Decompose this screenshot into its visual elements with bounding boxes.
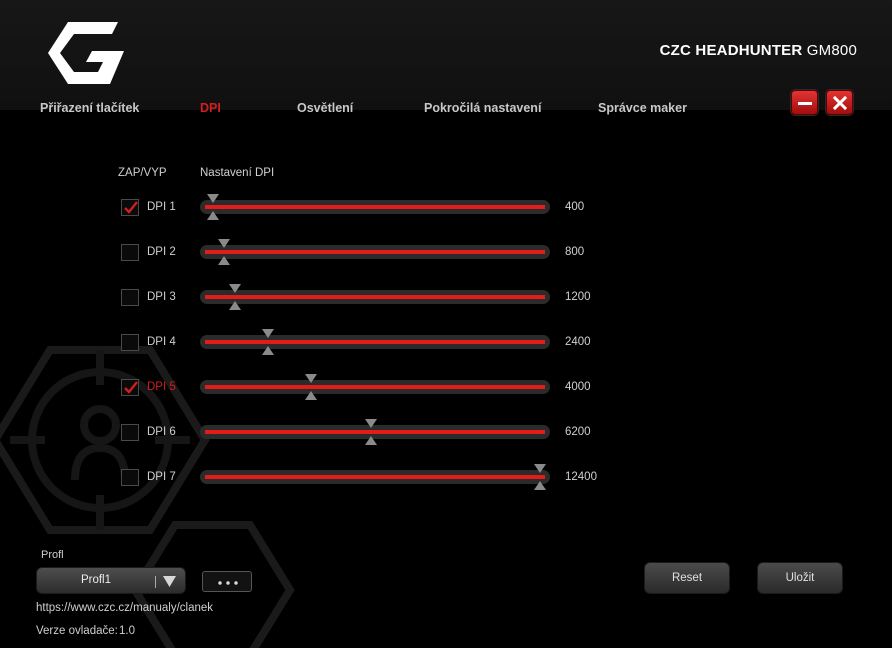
dpi-7-slider[interactable] [200, 464, 550, 490]
app-header: CZC HEADHUNTER GM800 [0, 0, 892, 110]
reset-button[interactable]: Reset [644, 562, 730, 594]
tab-advanced-settings[interactable]: Pokročilá nastavení [424, 101, 541, 115]
slider-fill [205, 340, 545, 344]
dpi-1-slider[interactable] [200, 194, 550, 220]
slider-fill [205, 475, 545, 479]
dpi-row: DPI 5 4000 [0, 373, 892, 403]
profile-dropdown-value: Profl1 [80, 574, 112, 586]
chevron-down-icon [163, 576, 176, 587]
dropdown-divider [155, 576, 156, 588]
tab-dpi[interactable]: DPI [200, 101, 221, 115]
checkmark-icon [124, 201, 138, 214]
dpi-3-slider[interactable] [200, 284, 550, 310]
slider-thumb-icon[interactable] [261, 329, 275, 355]
tab-lighting[interactable]: Osvětlení [297, 101, 353, 115]
tab-button-assignment[interactable]: Přiřazení tlačítek [40, 101, 139, 115]
dpi-5-slider[interactable] [200, 374, 550, 400]
minimize-button[interactable] [791, 90, 818, 115]
dpi-5-label: DPI 5 [147, 381, 176, 393]
dpi-4-label: DPI 4 [147, 336, 176, 348]
minus-icon [798, 102, 812, 105]
dpi-6-value: 6200 [565, 426, 591, 438]
driver-version-label: Verze ovladače: [36, 625, 118, 637]
dpi-4-value: 2400 [565, 336, 591, 348]
slider-thumb-icon[interactable] [217, 239, 231, 265]
x-icon [833, 96, 847, 110]
dpi-4-slider[interactable] [200, 329, 550, 355]
slider-thumb-icon[interactable] [206, 194, 220, 220]
dpi-row: DPI 6 6200 [0, 418, 892, 448]
dpi-1-value: 400 [565, 201, 585, 213]
slider-fill [205, 385, 545, 389]
dpi-row: DPI 3 1200 [0, 283, 892, 313]
dpi-row: DPI 4 2400 [0, 328, 892, 358]
close-button[interactable] [826, 90, 853, 115]
dpi-1-label: DPI 1 [147, 201, 176, 213]
tab-macro-manager[interactable]: Správce maker [598, 101, 687, 115]
dpi-row: DPI 7 12400 [0, 463, 892, 493]
dpi-3-checkbox[interactable] [121, 289, 139, 306]
manual-link[interactable]: https://www.czc.cz/manualy/clanek [36, 602, 213, 614]
slider-thumb-icon[interactable] [228, 284, 242, 310]
profile-label: Profl [41, 549, 64, 561]
slider-thumb-icon[interactable] [304, 374, 318, 400]
slider-fill [205, 250, 545, 254]
dpi-6-checkbox[interactable] [121, 424, 139, 441]
dpi-7-checkbox[interactable] [121, 469, 139, 486]
onoff-column-header: ZAP/VYP [118, 167, 167, 179]
dpi-7-label: DPI 7 [147, 471, 176, 483]
dpi-2-slider[interactable] [200, 239, 550, 265]
dpi-4-checkbox[interactable] [121, 334, 139, 351]
dpi-3-value: 1200 [565, 291, 591, 303]
dpi-5-value: 4000 [565, 381, 591, 393]
product-model: GM800 [806, 42, 857, 59]
dpi-7-value: 12400 [565, 471, 597, 483]
dpi-2-checkbox[interactable] [121, 244, 139, 261]
dpi-1-checkbox[interactable] [121, 199, 139, 216]
czc-logo-icon [48, 22, 124, 84]
slider-fill [205, 295, 545, 299]
slider-fill [205, 205, 545, 209]
driver-version-value: 1.0 [119, 625, 135, 637]
checkmark-icon [124, 381, 138, 394]
save-button[interactable]: Uložit [757, 562, 843, 594]
slider-thumb-icon[interactable] [364, 419, 378, 445]
dpi-2-value: 800 [565, 246, 585, 258]
dpi-row: DPI 2 800 [0, 238, 892, 268]
product-brand: CZC HEADHUNTER [659, 42, 803, 59]
dpi-row: DPI 1 400 [0, 193, 892, 223]
slider-thumb-icon[interactable] [533, 464, 547, 490]
dpi-settings-column-header: Nastavení DPI [200, 167, 275, 179]
ellipsis-icon [218, 581, 238, 585]
dpi-2-label: DPI 2 [147, 246, 176, 258]
more-options-button[interactable] [202, 571, 252, 592]
product-title: CZC HEADHUNTER GM800 [660, 42, 857, 59]
dpi-5-checkbox[interactable] [121, 379, 139, 396]
dpi-6-label: DPI 6 [147, 426, 176, 438]
profile-dropdown[interactable]: Profl1 [36, 567, 186, 594]
dpi-6-slider[interactable] [200, 419, 550, 445]
dpi-3-label: DPI 3 [147, 291, 176, 303]
